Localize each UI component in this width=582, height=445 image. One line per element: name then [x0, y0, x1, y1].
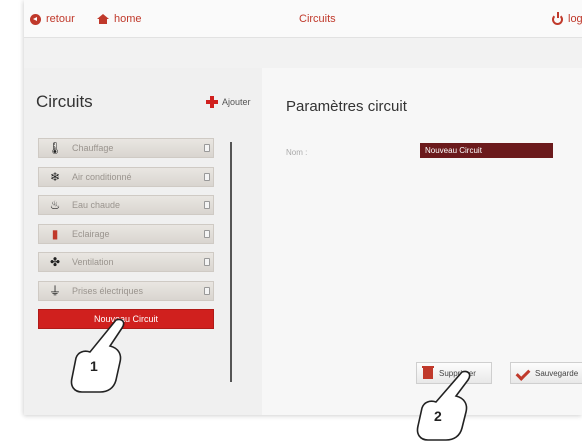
save-button[interactable]: Sauvegarde	[510, 362, 582, 384]
circuits-heading: Circuits	[36, 92, 93, 111]
callout-number: 2	[434, 408, 442, 424]
circuit-item-prises-electriques[interactable]: ⏚ Prises électriques	[38, 280, 214, 301]
vertical-divider	[230, 142, 232, 382]
circuit-label: Eclairage	[72, 228, 110, 239]
circuit-list: 🌡 Chauffage ❄ Air conditionné ♨ Eau chau…	[38, 138, 214, 338]
circuit-label: Ventilation	[72, 257, 114, 267]
home-icon	[97, 14, 109, 24]
power-icon	[552, 11, 563, 25]
name-field[interactable]	[420, 143, 553, 158]
circuit-label: Chauffage	[72, 143, 114, 153]
water-heater-icon: ♨	[49, 198, 61, 212]
page-title: Circuits	[299, 13, 336, 25]
save-label: Sauvegarde	[535, 368, 579, 378]
callout-number: 1	[90, 358, 98, 374]
top-bar: retour home Circuits logo	[24, 0, 582, 38]
circuit-item-ventilation[interactable]: ✤ Ventilation	[38, 252, 214, 272]
lock-icon	[204, 172, 210, 181]
circuit-label: Prises électriques	[72, 285, 144, 296]
thermometer-icon: 🌡	[47, 141, 63, 155]
back-arrow-icon	[30, 13, 41, 25]
fan-icon: ✤	[49, 255, 61, 269]
name-label: Nom :	[286, 148, 308, 157]
pointing-hand-icon	[70, 318, 125, 393]
circuit-item-air-conditionne[interactable]: ❄ Air conditionné	[38, 166, 214, 187]
add-circuit-button[interactable]: Ajouter	[206, 96, 251, 108]
circuit-label: Eau chaude	[72, 200, 121, 210]
logout-label: logo	[568, 13, 582, 25]
lock-icon	[204, 144, 210, 152]
circuit-item-eau-chaude[interactable]: ♨ Eau chaude	[38, 195, 214, 215]
lock-icon	[204, 201, 210, 209]
pointing-hand-icon	[416, 370, 471, 441]
add-label: Ajouter	[222, 97, 251, 107]
circuit-settings-panel: Paramètres circuit Nom : Supprimer Sauve…	[262, 68, 582, 415]
circuit-label: Air conditionné	[72, 171, 132, 182]
lamp-icon: ▮	[51, 226, 59, 241]
callout-step-2: 2	[410, 370, 480, 445]
settings-heading: Paramètres circuit	[286, 98, 407, 115]
circuit-item-chauffage[interactable]: 🌡 Chauffage	[38, 138, 214, 158]
plug-icon: ⏚	[48, 283, 61, 298]
lock-icon	[204, 286, 210, 295]
circuits-panel: Circuits Ajouter 🌡 Chauffage ❄ Air condi…	[24, 68, 262, 415]
snowflake-icon: ❄	[49, 169, 61, 184]
back-link[interactable]: retour	[30, 13, 75, 25]
lock-icon	[204, 229, 210, 238]
plus-icon	[206, 96, 218, 108]
check-icon	[517, 369, 529, 377]
home-link[interactable]: home	[97, 13, 142, 25]
lock-icon	[204, 258, 210, 266]
logout-link[interactable]: logo	[552, 11, 582, 25]
home-label: home	[114, 13, 142, 25]
callout-step-1: 1	[64, 318, 134, 403]
back-label: retour	[46, 13, 75, 25]
circuit-item-eclairage[interactable]: ▮ Eclairage	[38, 223, 214, 244]
